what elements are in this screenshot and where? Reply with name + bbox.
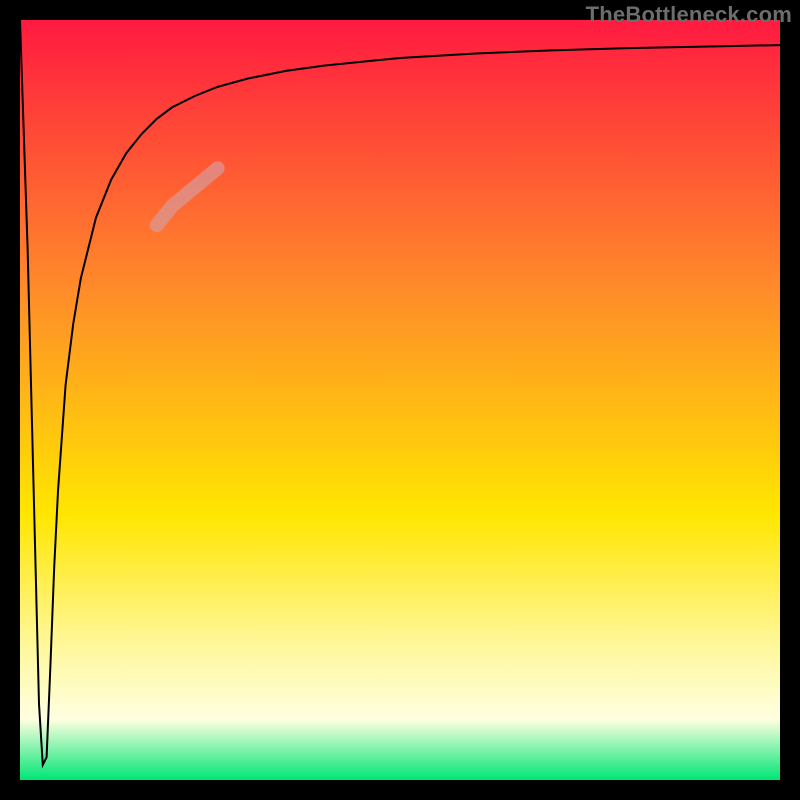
frame-edge [0, 0, 20, 800]
plot-background [20, 20, 780, 780]
frame-edge [0, 780, 800, 800]
frame-edge [780, 0, 800, 800]
chart-container: TheBottleneck.com [0, 0, 800, 800]
watermark-text: TheBottleneck.com [586, 2, 792, 28]
bottleneck-chart [0, 0, 800, 800]
